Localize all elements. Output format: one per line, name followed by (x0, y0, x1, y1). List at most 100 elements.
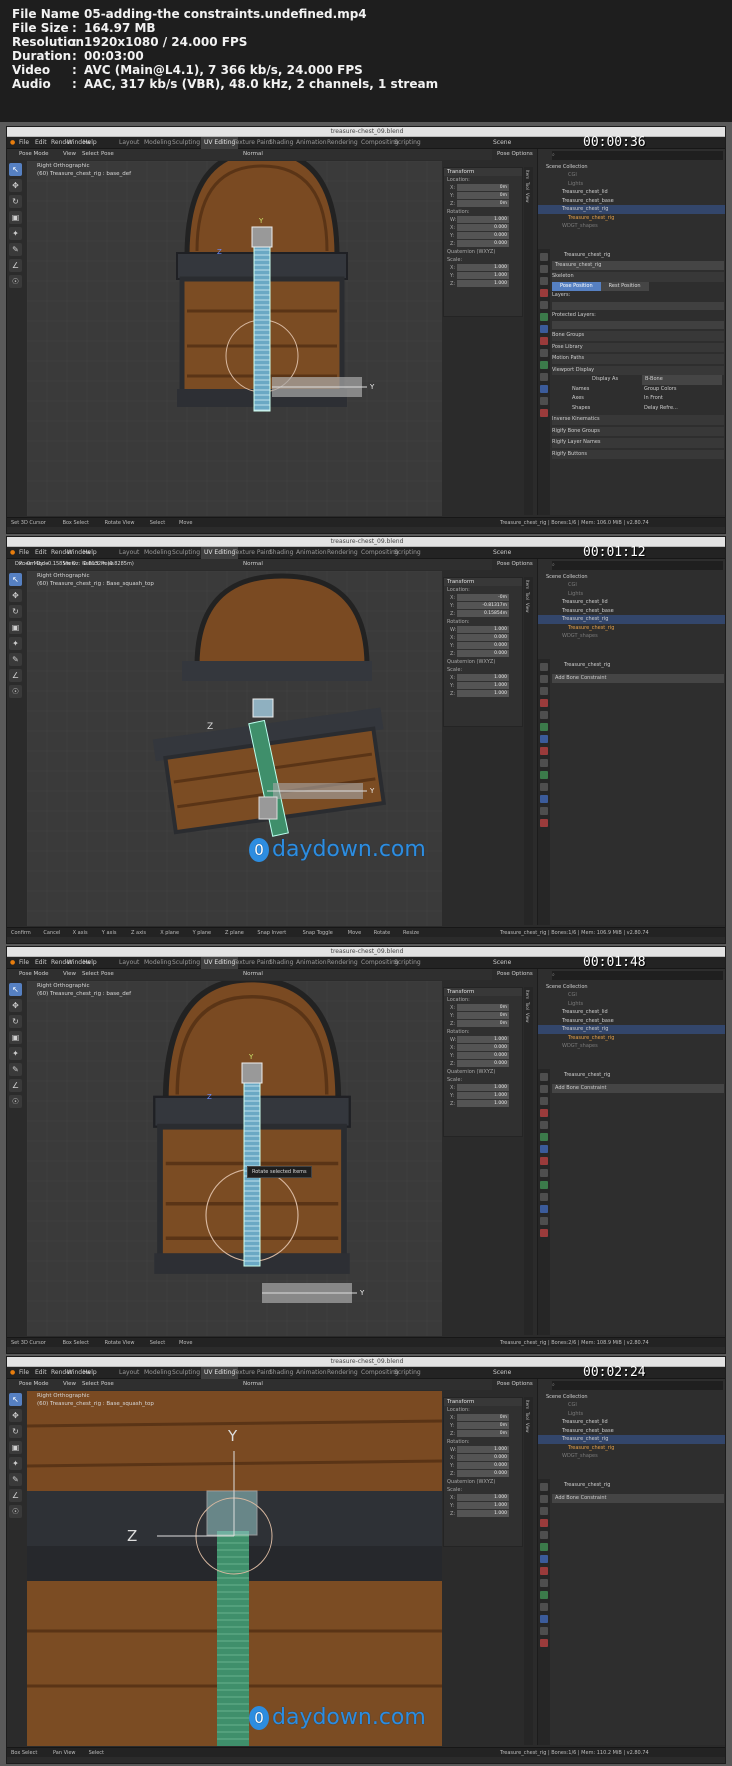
sidebar-tab-view[interactable]: View (525, 193, 530, 203)
properties-tab-icon[interactable] (540, 253, 548, 261)
checkbox-group-colors[interactable]: Group Colors (644, 385, 676, 395)
viewport-scene[interactable]: Y Z Y (27, 161, 442, 516)
sidebar-tab-tool[interactable]: Tool (525, 592, 530, 600)
outliner-item[interactable]: Treasure_chest_lid (538, 1418, 725, 1427)
rotation-z-field[interactable]: 0.000 (457, 240, 509, 247)
outliner-item[interactable]: WDGT_shapes (538, 632, 725, 641)
checkbox-shapes[interactable]: Shapes (552, 405, 590, 411)
outliner-item[interactable]: Lights (538, 180, 725, 189)
scale-x-field[interactable]: 1.000 (457, 674, 509, 681)
add-bone-constraint-dropdown[interactable]: Add Bone Constraint (552, 673, 724, 683)
workspace-tab-texture-paint[interactable]: Texture Paint (233, 137, 272, 149)
outliner-item[interactable]: Treasure_chest_base (538, 607, 725, 616)
move-tool-icon[interactable]: ✥ (9, 589, 22, 602)
pose-options-dropdown[interactable]: Pose Options (497, 559, 533, 570)
scale-y-field[interactable]: 1.000 (457, 682, 509, 689)
sidebar-tab-view[interactable]: View (525, 1013, 530, 1023)
sidebar-tab-tool[interactable]: Tool (525, 182, 530, 190)
transform-tool-icon[interactable]: ✦ (9, 227, 22, 240)
properties-tab-icon[interactable] (540, 337, 548, 345)
blender-logo-icon[interactable]: ● (10, 957, 15, 969)
rotation-w-field[interactable]: 1.000 (457, 1446, 509, 1453)
scale-z-field[interactable]: 1.000 (457, 1100, 509, 1107)
properties-tab-icon[interactable] (540, 325, 548, 333)
outliner-item[interactable]: Scene Collection (538, 573, 725, 582)
scale-y-field[interactable]: 1.000 (457, 1092, 509, 1099)
menu-file[interactable]: File (19, 1367, 29, 1379)
cursor-tool-icon[interactable]: ↖ (9, 983, 22, 996)
properties-tab-icon[interactable] (540, 1603, 548, 1611)
workspace-tab-rendering[interactable]: Rendering (327, 137, 358, 149)
scene-label[interactable]: Scene (493, 957, 511, 969)
properties-tab-icon[interactable] (540, 397, 548, 405)
properties-tab-icon[interactable] (540, 1193, 548, 1201)
location-x-field[interactable]: 0m (457, 1004, 509, 1011)
transform-header[interactable]: Transform (444, 1398, 522, 1406)
properties-tab-icon[interactable] (540, 385, 548, 393)
annotate-tool-icon[interactable]: ✎ (9, 653, 22, 666)
pose-options-dropdown[interactable]: Pose Options (497, 149, 533, 160)
pose-options-dropdown[interactable]: Pose Options (497, 969, 533, 980)
properties-tab-icon[interactable] (540, 373, 548, 381)
workspace-tab-modeling[interactable]: Modeling (144, 957, 171, 969)
properties-tab-icon[interactable] (540, 1531, 548, 1539)
blender-logo-icon[interactable]: ● (10, 1367, 15, 1379)
measure-tool-icon[interactable]: ∠ (9, 1079, 22, 1092)
outliner-item[interactable]: WDGT_shapes (538, 222, 725, 231)
checkbox-axes[interactable]: Axes (552, 395, 584, 401)
properties-tab-icon[interactable] (540, 699, 548, 707)
workspace-tab-modeling[interactable]: Modeling (144, 547, 171, 559)
header-menu-view[interactable]: View (63, 1379, 76, 1390)
pose-options-dropdown[interactable]: Pose Options (497, 1379, 533, 1390)
rotation-y-field[interactable]: 0.000 (457, 232, 509, 239)
rotation-z-field[interactable]: 0.000 (457, 650, 509, 657)
workspace-tab-shading[interactable]: Shading (269, 137, 293, 149)
workspace-tab-shading[interactable]: Shading (269, 1367, 293, 1379)
rig-name-row[interactable]: Treasure_chest_rig (552, 1071, 724, 1081)
scene-label[interactable]: Scene (493, 1367, 511, 1379)
outliner-item[interactable]: Treasure_chest_rig (538, 615, 725, 624)
scale-tool-icon[interactable]: ▣ (9, 1031, 22, 1044)
outliner-item[interactable]: Treasure_chest_base (538, 1427, 725, 1436)
panel-rigify-layer-names[interactable]: Rigify Layer Names (552, 438, 724, 448)
rotation-y-field[interactable]: 0.000 (457, 642, 509, 649)
transform-orientation-dropdown[interactable]: Normal (243, 969, 263, 980)
properties-tab-icon[interactable] (540, 301, 548, 309)
panel-pose-library[interactable]: Pose Library (552, 342, 724, 352)
workspace-tab-sculpting[interactable]: Sculpting (172, 137, 200, 149)
properties-tab-icon[interactable] (540, 1495, 548, 1503)
properties-tab-icon[interactable] (540, 289, 548, 297)
properties-tab-icon[interactable] (540, 1157, 548, 1165)
layers-grid[interactable] (552, 301, 724, 310)
sidebar-tab-item[interactable]: Item (525, 170, 530, 179)
outliner-item[interactable]: WDGT_shapes (538, 1042, 725, 1051)
rotation-x-field[interactable]: 0.000 (457, 1454, 509, 1461)
rotate-tool-icon[interactable]: ↻ (9, 605, 22, 618)
rotation-z-field[interactable]: 0.000 (457, 1060, 509, 1067)
rotation-x-field[interactable]: 0.000 (457, 224, 509, 231)
blender-logo-icon[interactable]: ● (10, 137, 15, 149)
menu-help[interactable]: Help (83, 957, 97, 969)
3d-viewport[interactable]: Y Z Right Orthographic (60) Treasure_chest… (27, 1391, 442, 1746)
skeleton-section[interactable]: Skeleton (552, 272, 724, 282)
panel-inverse-kinematics[interactable]: Inverse Kinematics (552, 415, 724, 425)
properties-tab-icon[interactable] (540, 1121, 548, 1129)
properties-tab-icon[interactable] (540, 1085, 548, 1093)
workspace-tab-texture-paint[interactable]: Texture Paint (233, 1367, 272, 1379)
header-menu-select[interactable]: Select (82, 1379, 99, 1390)
rotation-w-field[interactable]: 1.000 (457, 626, 509, 633)
workspace-tab-shading[interactable]: Shading (269, 547, 293, 559)
pose-tool-icon[interactable]: ☉ (9, 685, 22, 698)
scale-x-field[interactable]: 1.000 (457, 1084, 509, 1091)
properties-tab-icon[interactable] (540, 1205, 548, 1213)
workspace-tab-scripting[interactable]: Scripting (394, 547, 421, 559)
add-bone-constraint-dropdown[interactable]: Add Bone Constraint (552, 1083, 724, 1093)
mode-dropdown[interactable]: Pose Mode (19, 969, 48, 980)
properties-tab-icon[interactable] (540, 277, 548, 285)
menu-file[interactable]: File (19, 957, 29, 969)
properties-tab-icon[interactable] (540, 1507, 548, 1515)
menu-help[interactable]: Help (83, 137, 97, 149)
panel-rigify-buttons[interactable]: Rigify Buttons (552, 449, 724, 459)
outliner-item[interactable]: Scene Collection (538, 983, 725, 992)
outliner-item[interactable]: CGI (538, 991, 725, 1000)
